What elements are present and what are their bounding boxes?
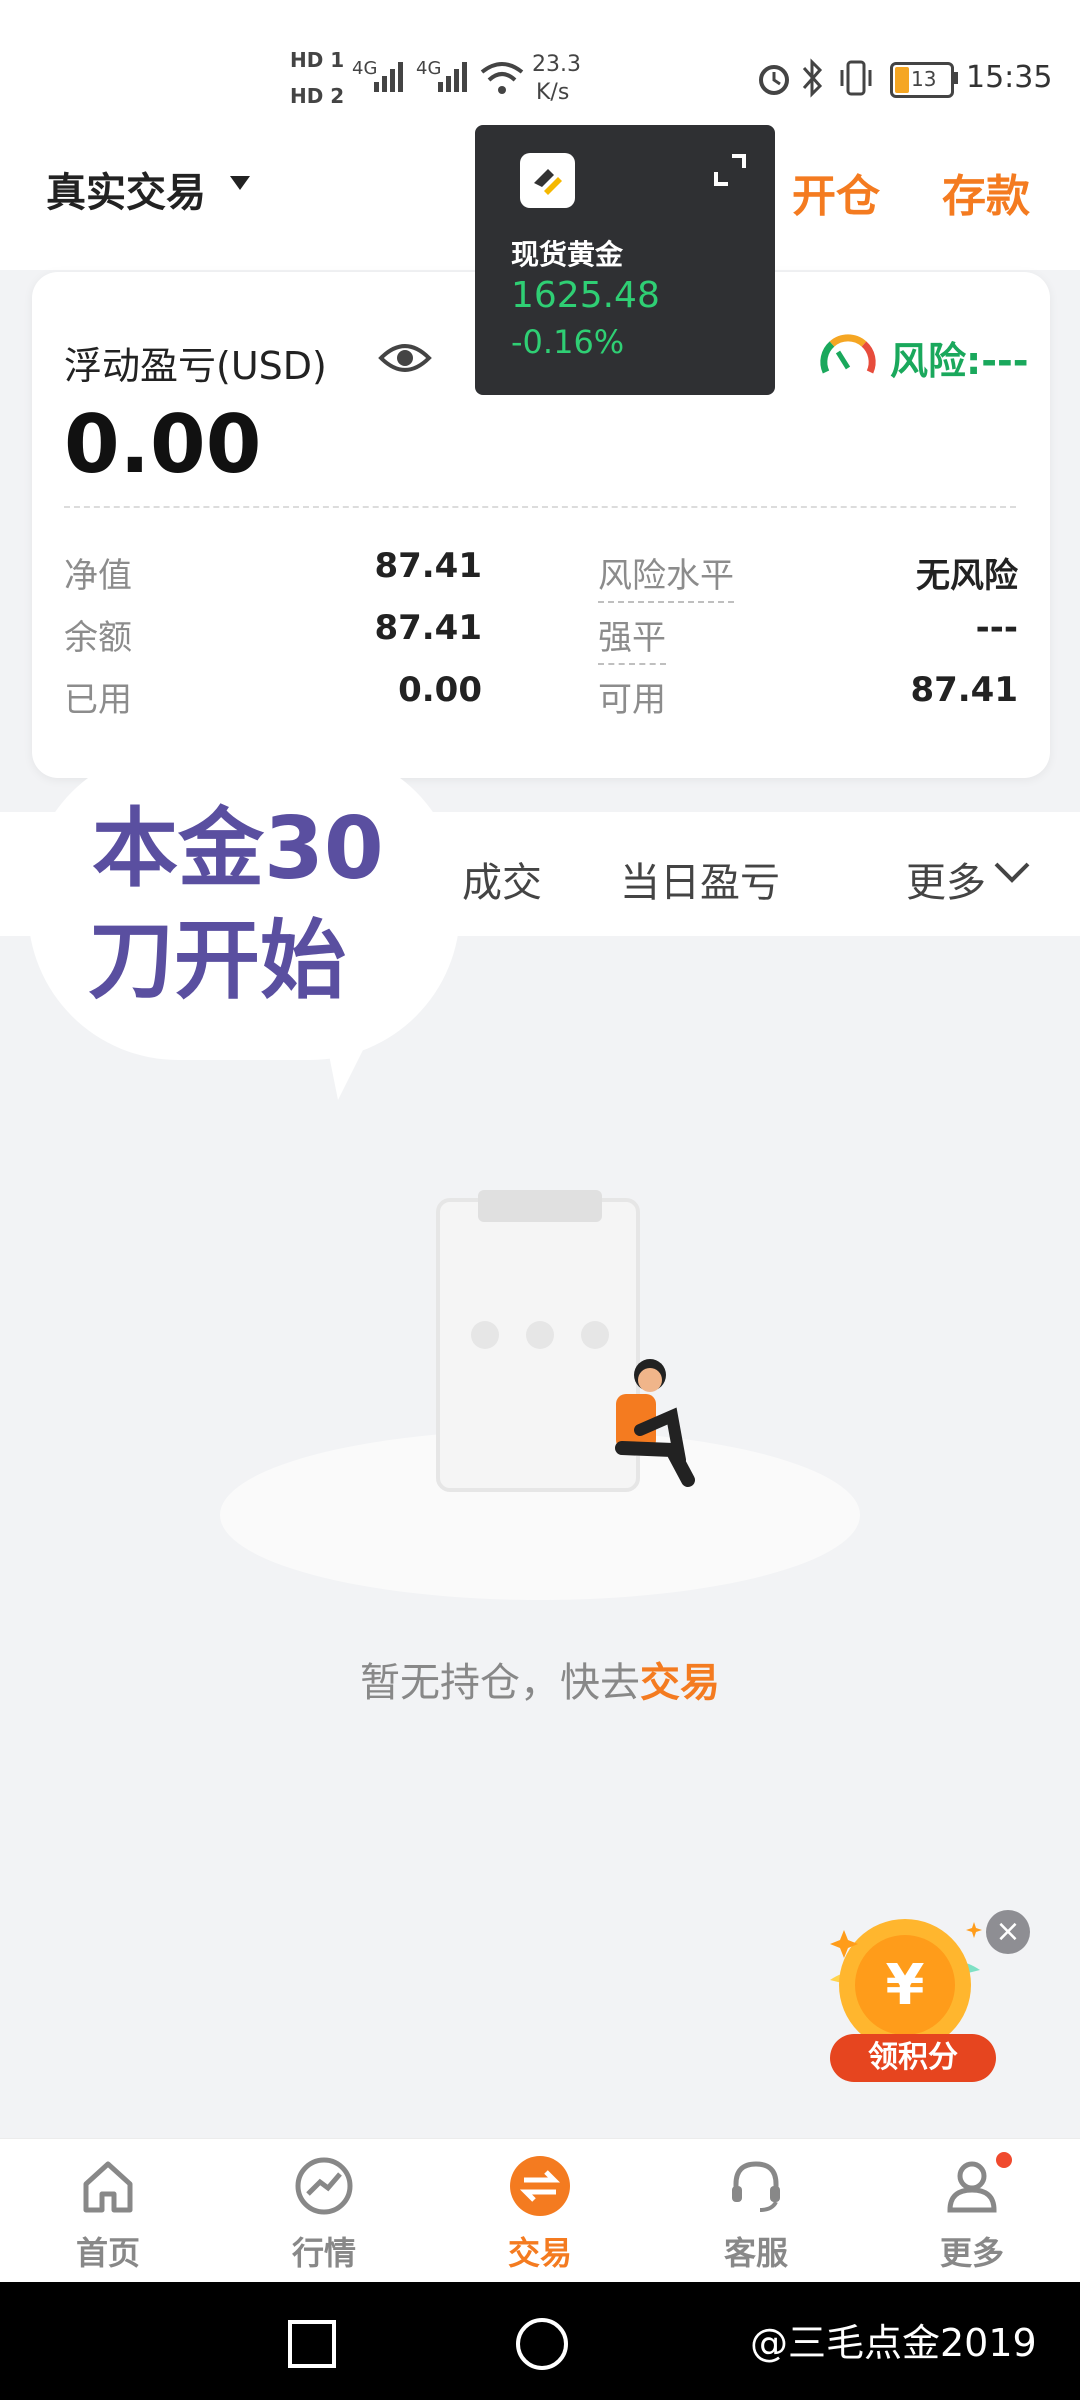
floating-pl-label: 浮动盈亏(USD): [64, 344, 327, 388]
app-logo-icon: [520, 153, 575, 208]
user-icon: [947, 2161, 997, 2213]
nav-label-more: 更多: [939, 2234, 1004, 2272]
instrument-change: -0.16%: [511, 323, 625, 361]
promo-close-icon[interactable]: ×: [986, 1910, 1030, 1954]
svg-text:¥: ¥: [886, 1953, 925, 2018]
expand-icon[interactable]: [710, 150, 750, 190]
net-value: 87.41: [374, 546, 482, 586]
headset-icon: [732, 2161, 780, 2212]
nav-item-trade[interactable]: 交易: [432, 2148, 648, 2278]
bluetooth-icon: [802, 58, 823, 98]
tab-daily-pl[interactable]: 当日盈亏: [620, 850, 780, 908]
nav-item-market[interactable]: 行情: [216, 2148, 432, 2278]
sticker-line-2: 刀开始: [88, 911, 346, 1011]
balance-value: 87.41: [374, 608, 482, 648]
signal-icon: [374, 62, 403, 92]
chart-icon: [295, 2157, 353, 2215]
swap-icon: [510, 2156, 570, 2216]
account-selector[interactable]: 真实交易: [46, 160, 206, 218]
vibrate-icon: [840, 60, 872, 96]
battery-icon: 13: [890, 62, 954, 98]
caret-down-icon[interactable]: [230, 176, 250, 190]
risk-level-label[interactable]: 风险水平: [598, 548, 734, 603]
risk-indicator[interactable]: 风险:---: [890, 330, 1029, 385]
earn-points-button[interactable]: 领积分: [830, 2034, 996, 2082]
sticker-line-1: 本金30: [92, 799, 384, 899]
tab-deals[interactable]: 成交: [462, 850, 542, 908]
signal-icon-2: [438, 62, 467, 92]
risk-gauge-icon: [820, 334, 876, 374]
sim1-label: HD 1: [290, 48, 345, 72]
balance-label: 余额: [64, 618, 132, 658]
battery-level: 13: [911, 67, 937, 91]
recents-button[interactable]: [288, 2320, 336, 2368]
available-value: 87.41: [910, 670, 1018, 710]
divider: [64, 506, 1016, 508]
used-margin-label: 已用: [64, 680, 132, 720]
nav-item-home[interactable]: 首页: [0, 2148, 216, 2278]
empty-state-illustration: [220, 1190, 860, 1600]
gold-price-widget[interactable]: 现货黄金 1625.48 -0.16%: [475, 125, 775, 395]
home-button[interactable]: [516, 2318, 568, 2370]
deposit-button[interactable]: 存款: [942, 160, 1030, 224]
empty-state-text: 暂无持仓，快去: [360, 1660, 640, 1706]
net-value-label: 净值: [64, 556, 132, 596]
instrument-price: 1625.48: [511, 275, 660, 316]
nav-label-support: 客服: [723, 2234, 788, 2272]
nav-item-more[interactable]: 更多: [864, 2148, 1080, 2278]
nav-label-trade: 交易: [507, 2234, 572, 2272]
notification-dot: [996, 2152, 1012, 2168]
risk-level-value: 无风险: [916, 556, 1018, 596]
network-speed-unit: K/s: [536, 80, 570, 105]
sim2-label: HD 2: [290, 84, 345, 108]
network-speed: 23.3: [532, 52, 581, 77]
tab-more[interactable]: 更多: [906, 850, 986, 908]
instrument-name: 现货黄金: [511, 238, 624, 271]
available-label: 可用: [598, 680, 666, 720]
alarm-icon: [759, 65, 789, 95]
chevron-down-icon[interactable]: [992, 858, 1032, 888]
home-icon: [83, 2161, 133, 2213]
nav-label-home: 首页: [75, 2234, 140, 2272]
clock: 15:35: [966, 60, 1053, 95]
eye-icon[interactable]: [378, 338, 432, 378]
liquidation-value: ---: [975, 608, 1018, 648]
go-trade-link[interactable]: 交易: [640, 1660, 720, 1706]
watermark: @三毛点金2019: [750, 2321, 1037, 2365]
nav-label-market: 行情: [291, 2234, 356, 2272]
nav-item-support[interactable]: 客服: [648, 2148, 864, 2278]
used-margin-value: 0.00: [398, 670, 482, 710]
open-position-button[interactable]: 开仓: [792, 160, 880, 224]
wifi-icon: [480, 62, 524, 94]
speech-bubble-tail: [318, 1000, 388, 1100]
liquidation-label[interactable]: 强平: [598, 610, 666, 665]
floating-pl-value: 0.00: [64, 398, 262, 491]
empty-state-message: 暂无持仓，快去交易: [0, 1650, 1080, 1708]
